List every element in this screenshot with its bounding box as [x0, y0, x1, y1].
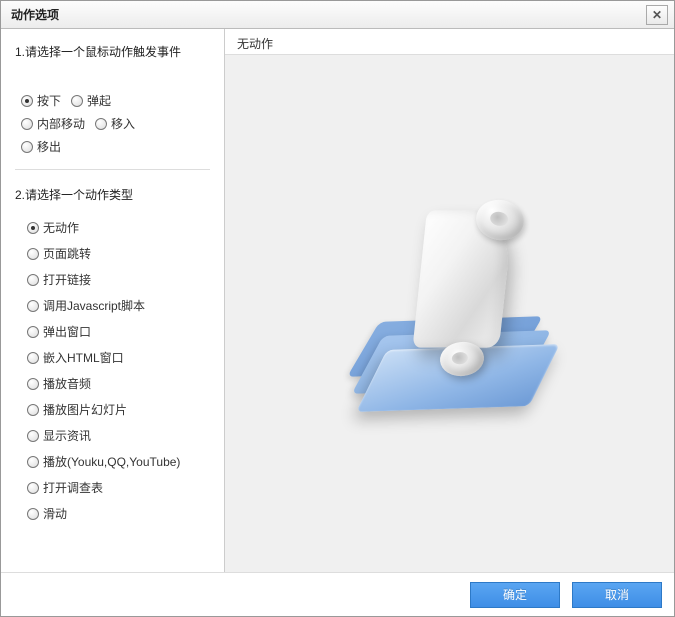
radio-action-page_jump[interactable]: 页面跳转 [27, 245, 210, 262]
radio-leave[interactable]: 移出 [21, 138, 61, 155]
radio-label: 显示资讯 [43, 427, 91, 444]
radio-label: 播放(Youku,QQ,YouTube) [43, 453, 180, 470]
radio-action-open_survey[interactable]: 打开调查表 [27, 479, 210, 496]
action-type-list: 无动作页面跳转打开链接调用Javascript脚本弹出窗口嵌入HTML窗口播放音… [15, 219, 210, 522]
radio-action-swipe[interactable]: 滑动 [27, 505, 210, 522]
radio-action-slideshow[interactable]: 播放图片幻灯片 [27, 401, 210, 418]
radio-release[interactable]: 弹起 [71, 92, 111, 109]
radio-action-call_js[interactable]: 调用Javascript脚本 [27, 297, 210, 314]
divider [15, 169, 210, 170]
left-panel: 1.请选择一个鼠标动作触发事件 按下 弹起 内部移动 [1, 29, 225, 572]
radio-label: 弹出窗口 [43, 323, 91, 340]
radio-icon [27, 248, 39, 260]
radio-enter[interactable]: 移入 [95, 115, 135, 132]
radio-label: 调用Javascript脚本 [43, 297, 145, 314]
script-folder-icon [340, 204, 560, 424]
radio-label: 打开链接 [43, 271, 91, 288]
radio-label: 嵌入HTML窗口 [43, 349, 124, 366]
radio-label: 移出 [37, 138, 61, 155]
radio-icon [27, 508, 39, 520]
radio-icon [21, 95, 33, 107]
radio-label: 滑动 [43, 505, 67, 522]
radio-action-embed_html[interactable]: 嵌入HTML窗口 [27, 349, 210, 366]
cancel-button[interactable]: 取消 [572, 582, 662, 608]
radio-action-play_video[interactable]: 播放(Youku,QQ,YouTube) [27, 453, 210, 470]
radio-action-show_info[interactable]: 显示资讯 [27, 427, 210, 444]
right-panel: 无动作 [225, 29, 674, 572]
radio-icon [27, 430, 39, 442]
radio-icon [27, 274, 39, 286]
radio-icon [95, 118, 107, 130]
radio-label: 移入 [111, 115, 135, 132]
close-icon: ✕ [652, 9, 662, 21]
radio-label: 内部移动 [37, 115, 85, 132]
radio-icon [27, 300, 39, 312]
action-options-dialog: 动作选项 ✕ 1.请选择一个鼠标动作触发事件 按下 弹起 [0, 0, 675, 617]
mouse-event-row-2: 内部移动 移入 [15, 115, 210, 132]
radio-action-popup[interactable]: 弹出窗口 [27, 323, 210, 340]
radio-label: 无动作 [43, 219, 79, 236]
button-label: 确定 [503, 586, 527, 603]
radio-press[interactable]: 按下 [21, 92, 61, 109]
radio-icon [71, 95, 83, 107]
radio-action-open_link[interactable]: 打开链接 [27, 271, 210, 288]
radio-icon [27, 378, 39, 390]
preview-area [225, 54, 674, 572]
radio-icon [27, 456, 39, 468]
radio-move-inside[interactable]: 内部移动 [21, 115, 85, 132]
button-label: 取消 [605, 586, 629, 603]
radio-icon [27, 326, 39, 338]
radio-icon [27, 222, 39, 234]
radio-label: 播放音频 [43, 375, 91, 392]
close-button[interactable]: ✕ [646, 5, 668, 25]
radio-label: 播放图片幻灯片 [43, 401, 127, 418]
mouse-event-row-1: 按下 弹起 [15, 92, 210, 109]
ok-button[interactable]: 确定 [470, 582, 560, 608]
radio-icon [27, 482, 39, 494]
section1-title: 1.请选择一个鼠标动作触发事件 [15, 43, 210, 60]
dialog-footer: 确定 取消 [1, 572, 674, 616]
radio-action-none[interactable]: 无动作 [27, 219, 210, 236]
window-title: 动作选项 [11, 6, 59, 23]
radio-action-play_audio[interactable]: 播放音频 [27, 375, 210, 392]
radio-label: 页面跳转 [43, 245, 91, 262]
titlebar: 动作选项 ✕ [1, 1, 674, 29]
right-panel-title: 无动作 [225, 29, 674, 54]
radio-icon [27, 404, 39, 416]
content-area: 1.请选择一个鼠标动作触发事件 按下 弹起 内部移动 [1, 29, 674, 572]
mouse-event-row-3: 移出 [15, 138, 210, 155]
radio-label: 弹起 [87, 92, 111, 109]
radio-icon [27, 352, 39, 364]
radio-label: 打开调查表 [43, 479, 103, 496]
radio-icon [21, 141, 33, 153]
section2-title: 2.请选择一个动作类型 [15, 186, 210, 203]
radio-label: 按下 [37, 92, 61, 109]
radio-icon [21, 118, 33, 130]
